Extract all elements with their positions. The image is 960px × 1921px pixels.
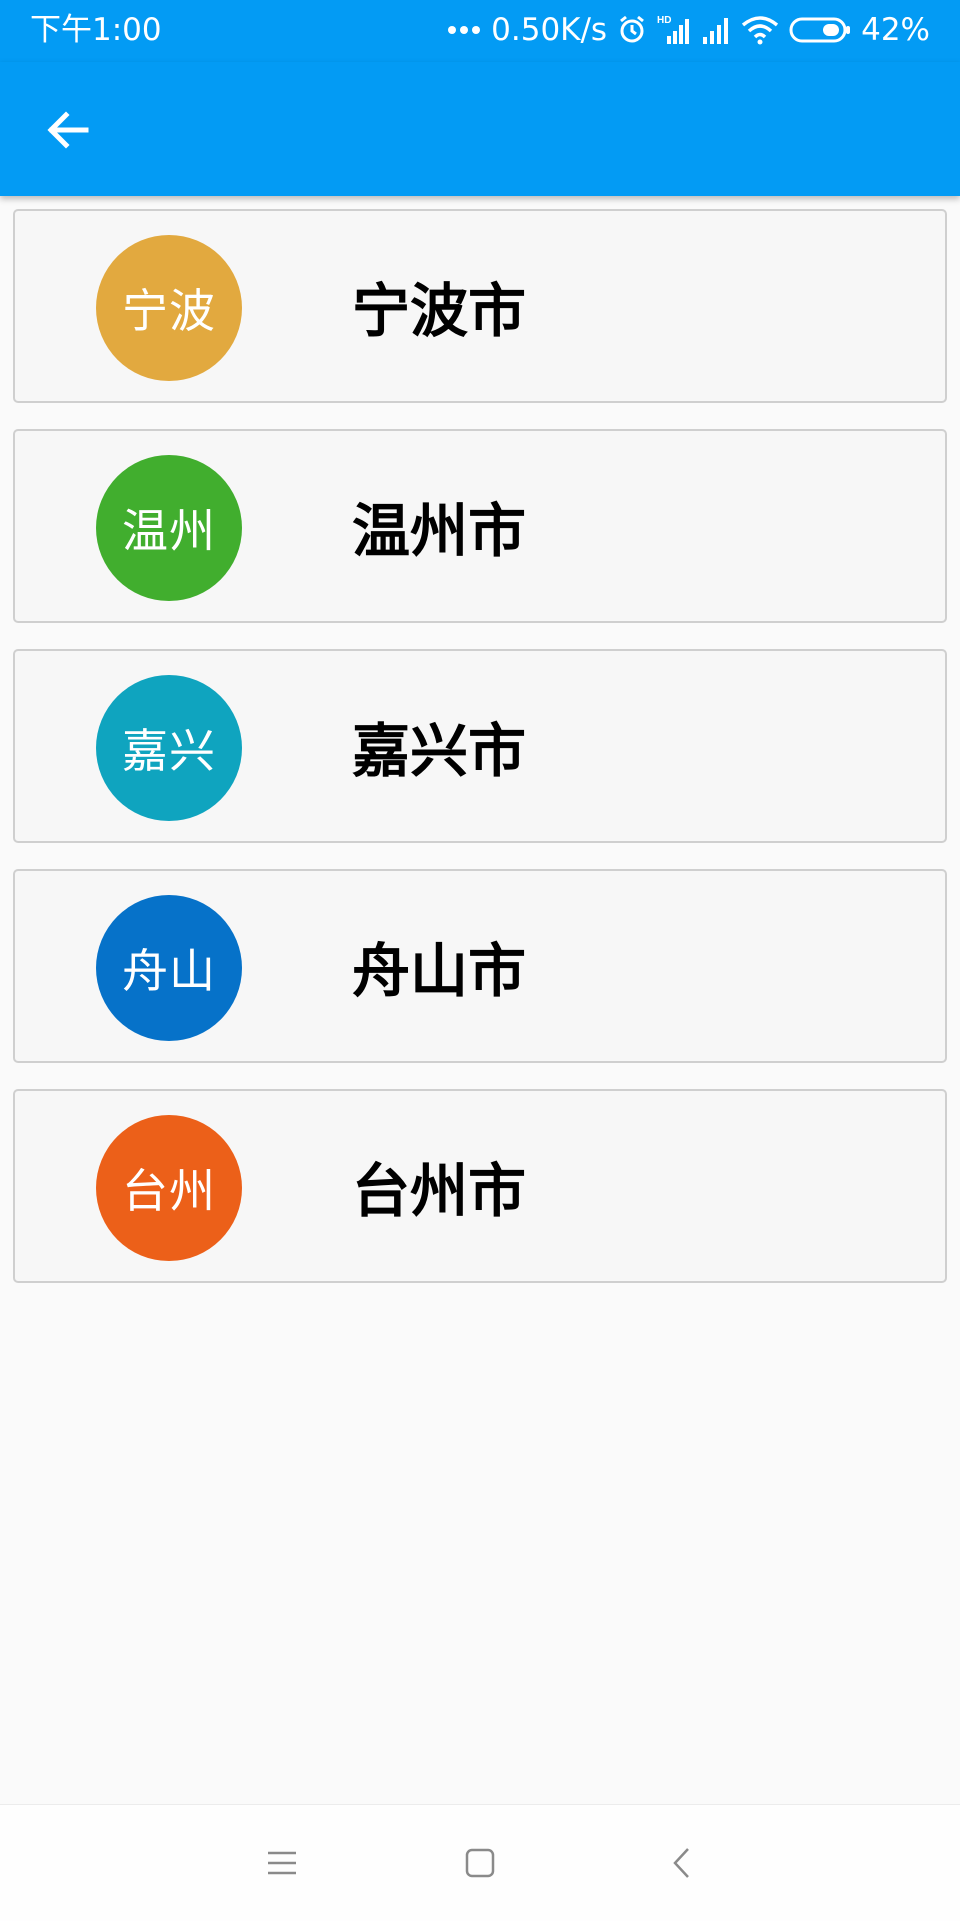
back-nav-button[interactable] [652,1833,712,1893]
signal-icon [701,15,731,45]
app-bar [0,62,960,196]
svg-text:HD: HD [657,15,671,26]
alarm-icon [617,15,647,45]
city-list: 宁波 宁波市 温州 温州市 嘉兴 嘉兴市 舟山 舟山市 台州 台州市 [13,209,947,1309]
network-speed: 0.50K/s [491,12,608,48]
menu-icon [268,1851,296,1875]
city-name: 台州市 [352,1157,527,1225]
city-name: 温州市 [352,497,527,565]
city-item-ningbo[interactable]: 宁波 宁波市 [13,209,947,403]
system-nav-bar [0,1804,960,1921]
more-dots-icon [447,25,481,35]
status-bar: 下午1:00 0.50K/s HD 42% [0,0,960,62]
city-badge-ningbo: 宁波 [96,235,242,381]
battery-icon [789,16,851,44]
city-badge-taizhou: 台州 [96,1115,242,1261]
home-button[interactable] [450,1833,510,1893]
back-chevron-icon [673,1848,689,1878]
city-item-zhoushan[interactable]: 舟山 舟山市 [13,869,947,1063]
home-square-icon [465,1848,495,1878]
city-item-jiaxing[interactable]: 嘉兴 嘉兴市 [13,649,947,843]
city-badge-jiaxing: 嘉兴 [96,675,242,821]
menu-button[interactable] [252,1833,312,1893]
status-icons: 0.50K/s HD 42% [447,8,930,52]
city-badge-wenzhou: 温州 [96,455,242,601]
city-badge-zhoushan: 舟山 [96,895,242,1041]
city-name: 舟山市 [352,937,527,1005]
battery-level: 42% [861,12,930,48]
city-item-wenzhou[interactable]: 温州 温州市 [13,429,947,623]
back-button[interactable] [30,92,106,168]
status-time: 下午1:00 [30,12,162,48]
wifi-icon [741,15,779,45]
arrow-left-icon [47,111,89,149]
city-item-taizhou[interactable]: 台州 台州市 [13,1089,947,1283]
city-name: 嘉兴市 [352,717,527,785]
city-name: 宁波市 [352,277,527,345]
signal-hd-icon: HD [657,14,691,46]
